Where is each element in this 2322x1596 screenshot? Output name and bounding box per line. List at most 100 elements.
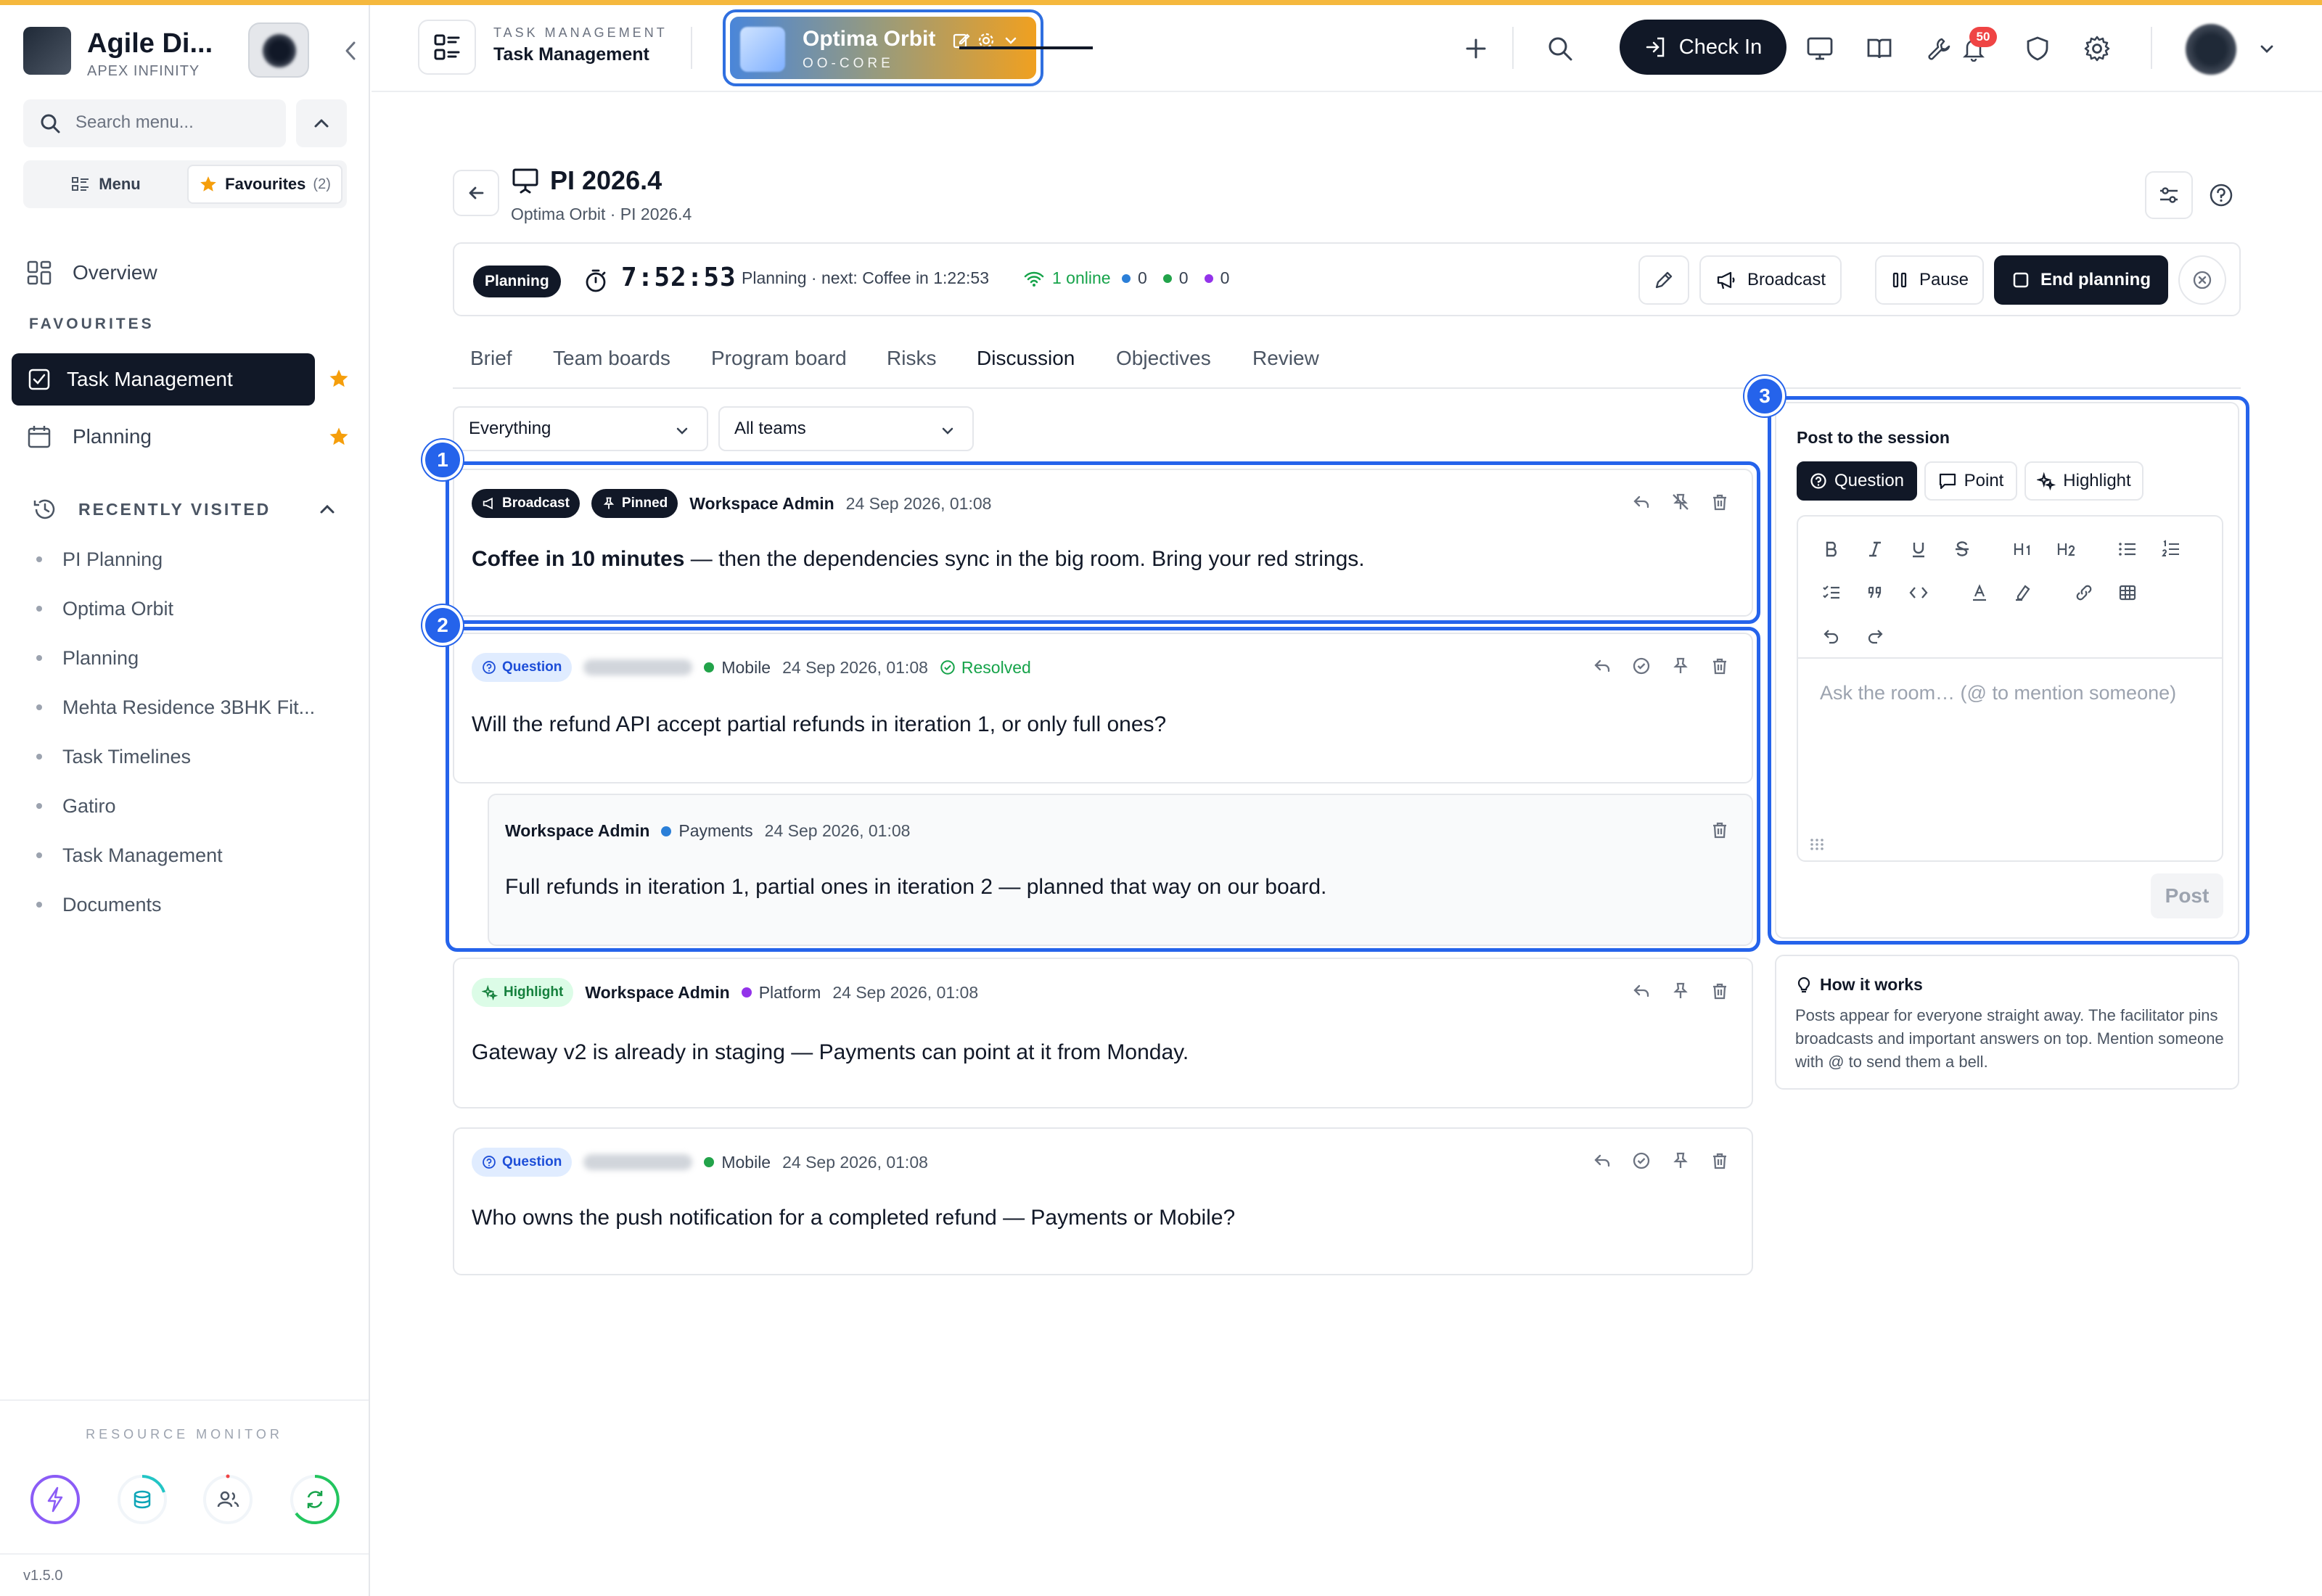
brand-avatar[interactable] — [248, 22, 309, 78]
recent-item[interactable]: Documents — [36, 880, 341, 929]
monitor-button[interactable] — [1798, 27, 1842, 70]
sidebar: Agile Di... APEX INFINITY Menu Favourite — [0, 5, 370, 1596]
filter-settings-button[interactable] — [2145, 171, 2193, 219]
recent-item[interactable]: Gatiro — [36, 781, 341, 831]
tab-review[interactable]: Review — [1252, 347, 1319, 370]
module-switcher[interactable] — [418, 20, 476, 75]
tab-risks[interactable]: Risks — [887, 347, 936, 370]
recent-item[interactable]: PI Planning — [36, 535, 341, 584]
breadcrumb: Optima Orbit · PI 2026.4 — [511, 205, 692, 223]
message-actions — [1631, 981, 1730, 1001]
tab-brief[interactable]: Brief — [470, 347, 512, 370]
page-title: PI 2026.4 — [550, 165, 662, 195]
broadcast-button[interactable]: Broadcast — [1699, 255, 1842, 305]
search-input[interactable] — [75, 108, 279, 137]
tab-favourites[interactable]: Favourites (2) — [187, 165, 342, 204]
recent-item[interactable]: Mehta Residence 3BHK Fit... — [36, 683, 341, 732]
end-planning-label: End planning — [2040, 270, 2151, 289]
message-header: Highlight Workspace Admin Platform 24 Se… — [472, 978, 978, 1007]
history-icon — [32, 496, 58, 522]
notification-badge: 50 — [1969, 27, 1997, 47]
recent-item[interactable]: Task Timelines — [36, 732, 341, 781]
brand-name: Agile Di... — [87, 28, 213, 59]
user-avatar[interactable] — [2186, 24, 2236, 75]
type-filter-select[interactable]: Everything — [453, 406, 708, 451]
settings-button[interactable] — [2075, 27, 2119, 70]
chevron-left-icon — [345, 41, 356, 60]
trash-icon[interactable] — [1710, 1151, 1730, 1171]
pencil-icon — [1655, 271, 1673, 289]
message-time: 24 Sep 2026, 01:08 — [782, 1152, 928, 1172]
pin-icon[interactable] — [1670, 1151, 1691, 1171]
message-team: Platform — [741, 983, 821, 1003]
team-filter-select[interactable]: All teams — [718, 406, 974, 451]
count-purple: 0 — [1204, 268, 1229, 288]
megaphone-icon — [1717, 271, 1735, 289]
message-body: Who owns the push notification for a com… — [472, 1206, 1236, 1230]
sidebar-item-overview[interactable]: Overview — [12, 247, 316, 298]
recent-item[interactable]: Planning — [36, 633, 341, 683]
add-button[interactable] — [1454, 27, 1498, 70]
star-icon[interactable] — [328, 368, 350, 393]
end-planning-button[interactable]: End planning — [1994, 255, 2168, 305]
sidebar-item-planning[interactable]: Planning — [12, 411, 316, 462]
reply-icon[interactable] — [1631, 981, 1652, 1001]
broadcast-label: Broadcast — [1747, 270, 1826, 289]
brand[interactable]: Agile Di... APEX INFINITY — [23, 20, 357, 82]
check-in-button[interactable]: Check In — [1620, 20, 1786, 75]
chevron-down-icon — [942, 427, 953, 435]
help-icon — [483, 1156, 496, 1169]
tab-program-board[interactable]: Program board — [711, 347, 847, 370]
cpu-monitor[interactable] — [29, 1473, 81, 1526]
star-icon[interactable] — [328, 426, 350, 451]
divider — [2151, 27, 2152, 69]
divider — [0, 1399, 369, 1401]
global-search-button[interactable] — [1538, 27, 1582, 70]
recently-visited-heading[interactable]: RECENTLY VISITED — [32, 491, 337, 527]
calendar-icon — [19, 424, 60, 449]
message-card-question: Question Mobile 24 Sep 2026, 01:08 Who o… — [453, 1127, 1753, 1275]
collapse-sidebar-button[interactable] — [342, 40, 358, 68]
tab-team-boards[interactable]: Team boards — [553, 347, 670, 370]
trash-icon[interactable] — [1710, 981, 1730, 1001]
back-button[interactable] — [453, 170, 499, 216]
users-icon — [203, 1474, 253, 1524]
user-menu-button[interactable] — [2245, 27, 2289, 70]
modules-icon — [434, 34, 460, 60]
docs-button[interactable] — [1858, 27, 1901, 70]
stopwatch-icon — [586, 269, 606, 292]
grid-icon — [19, 260, 60, 286]
pause-button[interactable]: Pause — [1875, 255, 1984, 305]
tab-favourites-label: Favourites — [225, 175, 306, 193]
tab-objectives[interactable]: Objectives — [1116, 347, 1211, 370]
book-icon — [1867, 38, 1892, 59]
security-button[interactable] — [2016, 27, 2059, 70]
check-in-label: Check In — [1678, 35, 1763, 59]
recent-item[interactable]: Optima Orbit — [36, 584, 341, 633]
edit-session-button[interactable] — [1638, 255, 1689, 305]
check-circle-icon[interactable] — [1631, 1151, 1652, 1171]
search-icon — [1548, 37, 1572, 61]
workspace-name: Optima Orbit — [803, 27, 936, 51]
search-collapse-button[interactable] — [296, 99, 347, 147]
tab-discussion[interactable]: Discussion — [977, 347, 1075, 370]
chip-label: Question — [502, 1154, 562, 1169]
wrench-icon — [1928, 38, 1950, 60]
reply-icon[interactable] — [1592, 1151, 1612, 1171]
module-subtitle: TASK MANAGEMENT — [493, 25, 668, 40]
sync-monitor[interactable] — [289, 1473, 341, 1526]
sidebar-item-task-management[interactable]: Task Management — [12, 353, 315, 406]
close-session-button[interactable] — [2178, 255, 2226, 305]
database-monitor[interactable] — [116, 1473, 168, 1526]
brand-logo — [23, 27, 71, 75]
highlight-chip: Highlight — [472, 978, 574, 1007]
divider — [691, 27, 692, 69]
help-button[interactable] — [2197, 171, 2245, 219]
tab-menu[interactable]: Menu — [29, 166, 183, 202]
users-monitor[interactable] — [202, 1473, 254, 1526]
pin-icon[interactable] — [1670, 981, 1691, 1001]
menu-search[interactable] — [23, 99, 286, 147]
team-counts: 0 0 0 — [1122, 268, 1229, 288]
recent-item[interactable]: Task Management — [36, 831, 341, 880]
app-root: Agile Di... APEX INFINITY Menu Favourite — [0, 0, 2322, 1596]
